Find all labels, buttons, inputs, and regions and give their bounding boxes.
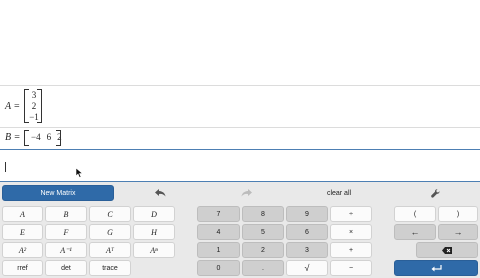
key-label: )	[456, 210, 460, 218]
keypad: New Matrix clear all A B C D E F G H A² …	[0, 182, 480, 278]
key-label: H	[151, 227, 157, 237]
clear-all-button[interactable]: clear all	[318, 185, 360, 201]
key-minus[interactable]: −	[330, 260, 372, 276]
key-label: det	[61, 264, 71, 272]
key-label: 8	[261, 210, 265, 218]
right-arrow-icon: →	[453, 227, 463, 237]
new-matrix-button[interactable]: New Matrix	[2, 185, 114, 201]
key-backspace[interactable]	[416, 242, 478, 258]
key-label: 7	[216, 210, 221, 218]
key-label: A⁻¹	[60, 245, 72, 255]
key-3[interactable]: 3	[286, 242, 328, 258]
key-a-inverse[interactable]: A⁻¹	[45, 242, 87, 258]
key-label: Aⁿ	[150, 245, 158, 255]
undo-icon	[154, 189, 165, 197]
key-7[interactable]: 7	[197, 206, 240, 222]
key-enter[interactable]	[394, 260, 478, 276]
key-label: −	[348, 264, 354, 272]
matrix-a-label: A =	[5, 101, 21, 112]
matrix-b-cell: 6	[46, 132, 52, 142]
text-cursor	[5, 162, 6, 172]
settings-button[interactable]	[426, 185, 444, 201]
expression-b[interactable]: B = −4 6 2	[0, 128, 480, 148]
key-det[interactable]: det	[45, 260, 87, 276]
key-d[interactable]: D	[133, 206, 175, 222]
expression-input[interactable]	[0, 150, 480, 181]
clear-all-label: clear all	[326, 189, 352, 197]
key-label: C	[107, 209, 113, 219]
matrix-b-label: B =	[5, 132, 21, 143]
key-left-arrow[interactable]: ←	[394, 224, 436, 240]
key-a[interactable]: A	[2, 206, 43, 222]
key-label: 6	[305, 228, 309, 236]
key-label: trace	[102, 264, 118, 272]
key-2[interactable]: 2	[242, 242, 284, 258]
key-right-paren[interactable]: )	[438, 206, 478, 222]
key-right-arrow[interactable]: →	[438, 224, 478, 240]
key-label: +	[348, 246, 354, 254]
enter-icon	[431, 264, 442, 271]
key-label: ×	[348, 228, 354, 236]
key-label: E	[20, 227, 25, 237]
key-decimal[interactable]: .	[242, 260, 284, 276]
key-label: ÷	[349, 210, 353, 218]
key-divide[interactable]: ÷	[330, 206, 372, 222]
backspace-icon	[442, 246, 452, 254]
key-e[interactable]: E	[2, 224, 43, 240]
key-label: F	[63, 227, 69, 237]
key-label: 4	[216, 228, 221, 236]
expression-a[interactable]: A = 3 2 −1	[0, 86, 480, 126]
matrix-b-cell: −4	[31, 132, 41, 142]
key-a-power[interactable]: Aⁿ	[133, 242, 175, 258]
key-a-squared[interactable]: A²	[2, 242, 43, 258]
key-label: √	[304, 263, 310, 273]
key-4[interactable]: 4	[197, 224, 240, 240]
key-left-paren[interactable]: (	[394, 206, 436, 222]
key-0[interactable]: 0	[197, 260, 240, 276]
key-label: 1	[216, 246, 221, 254]
key-1[interactable]: 1	[197, 242, 240, 258]
key-8[interactable]: 8	[242, 206, 284, 222]
key-b[interactable]: B	[45, 206, 87, 222]
key-6[interactable]: 6	[286, 224, 328, 240]
new-matrix-label: New Matrix	[40, 189, 76, 197]
key-label: .	[262, 264, 264, 272]
right-bracket	[56, 130, 61, 146]
redo-button[interactable]	[236, 185, 256, 201]
key-label: rref	[17, 264, 28, 272]
left-arrow-icon: ←	[410, 227, 420, 237]
key-label: 5	[261, 228, 265, 236]
key-label: 2	[261, 246, 265, 254]
key-label: Aᵀ	[106, 245, 114, 255]
right-bracket	[37, 89, 42, 123]
undo-button[interactable]	[150, 185, 170, 201]
key-label: G	[107, 227, 113, 237]
key-label: A²	[18, 245, 27, 255]
key-rref[interactable]: rref	[2, 260, 43, 276]
key-label: B	[63, 209, 69, 219]
key-label: (	[413, 210, 417, 218]
redo-icon	[241, 189, 252, 197]
key-label: 3	[305, 246, 309, 254]
mouse-pointer-icon	[76, 168, 84, 178]
key-f[interactable]: F	[45, 224, 87, 240]
key-sqrt[interactable]: √	[286, 260, 328, 276]
key-g[interactable]: G	[89, 224, 131, 240]
key-plus[interactable]: +	[330, 242, 372, 258]
key-5[interactable]: 5	[242, 224, 284, 240]
key-h[interactable]: H	[133, 224, 175, 240]
key-c[interactable]: C	[89, 206, 131, 222]
key-label: D	[151, 209, 157, 219]
key-label: A	[20, 209, 25, 219]
key-label: 9	[305, 210, 309, 218]
key-times[interactable]: ×	[330, 224, 372, 240]
key-trace[interactable]: trace	[89, 260, 131, 276]
key-label: 0	[216, 264, 221, 272]
key-a-transpose[interactable]: Aᵀ	[89, 242, 131, 258]
key-9[interactable]: 9	[286, 206, 328, 222]
wrench-icon	[430, 188, 440, 198]
